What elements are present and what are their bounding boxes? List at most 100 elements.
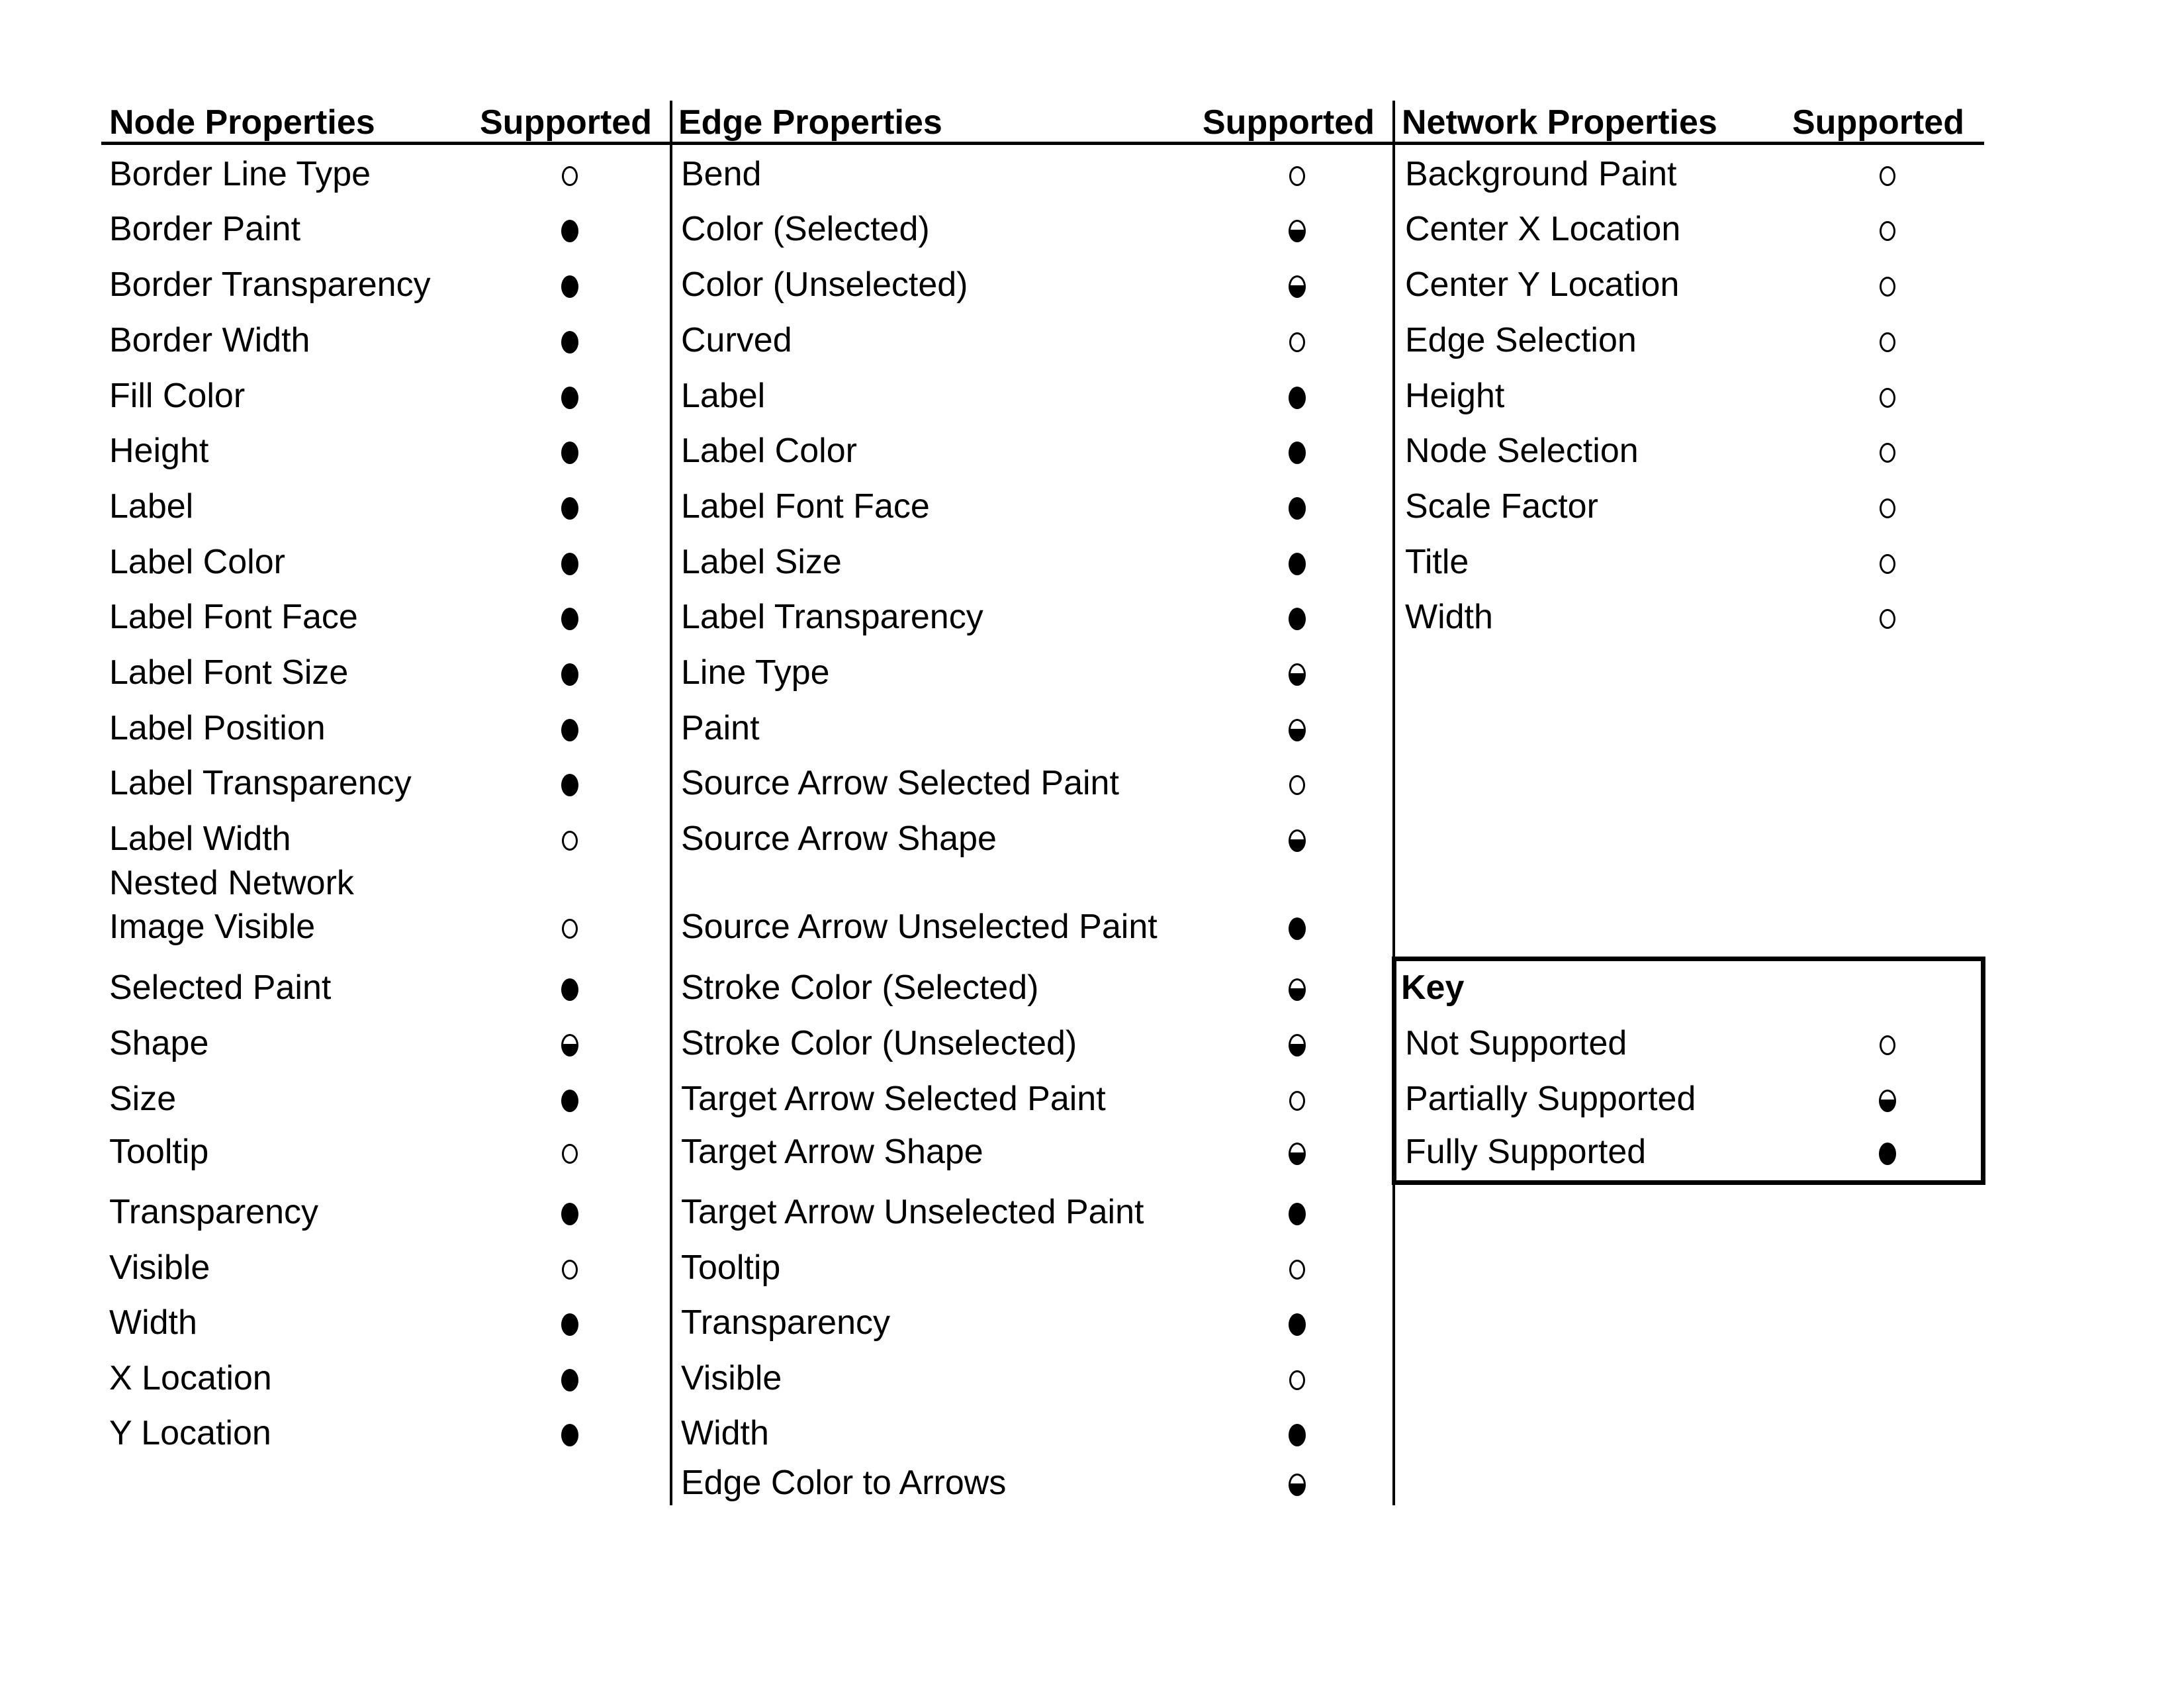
empty-circle-icon (562, 1260, 578, 1280)
node-property-label: X Location (109, 1359, 272, 1397)
filled-circle-icon (1289, 917, 1306, 940)
filled-circle-icon (561, 387, 578, 409)
network-properties-header: Network Properties (1402, 103, 1717, 142)
filled-circle-icon (1289, 1313, 1306, 1336)
legend-item-label: Not Supported (1405, 1024, 1627, 1062)
filled-circle-icon (561, 663, 578, 686)
legend-item-label: Partially Supported (1405, 1080, 1696, 1118)
edge-property-label: Target Arrow Unselected Paint (681, 1193, 1144, 1231)
filled-circle-icon (561, 774, 578, 796)
edge-property-label: Line Type (681, 653, 830, 692)
edge-property-label: Label Size (681, 543, 842, 581)
filled-circle-icon (561, 1203, 578, 1225)
legend-title: Key (1401, 968, 1465, 1007)
edge-property-label: Source Arrow Shape (681, 820, 997, 858)
empty-circle-icon (562, 166, 578, 186)
edge-property-label: Color (Unselected) (681, 265, 968, 304)
node-property-label: Size (109, 1080, 177, 1118)
half-filled-circle-icon (1289, 1474, 1306, 1496)
filled-circle-icon (561, 275, 578, 298)
edge-property-label: Tooltip (681, 1248, 781, 1287)
node-property-label: Tooltip (109, 1133, 209, 1171)
edge-properties-header: Edge Properties (678, 103, 942, 142)
network-property-label: Background Paint (1405, 155, 1677, 193)
node-properties-header: Node Properties (109, 103, 375, 142)
column-divider-edge-network (1392, 101, 1395, 1505)
network-supported-header: Supported (1792, 103, 1964, 142)
node-property-label: Label Position (109, 709, 326, 747)
empty-circle-icon (562, 831, 578, 851)
filled-circle-icon (1289, 442, 1306, 464)
header-underline (101, 142, 1984, 145)
edge-property-label: Curved (681, 321, 792, 359)
filled-circle-icon (1289, 1203, 1306, 1225)
filled-circle-icon (561, 719, 578, 741)
edge-property-label: Color (Selected) (681, 210, 930, 248)
empty-circle-icon (562, 1144, 578, 1164)
edge-property-label: Source Arrow Selected Paint (681, 764, 1119, 802)
empty-circle-icon (1289, 1091, 1305, 1111)
edge-property-label: Source Arrow Unselected Paint (681, 908, 1158, 946)
node-property-label: Visible (109, 1248, 210, 1287)
node-property-label: Nested Network (109, 864, 354, 902)
edge-property-label: Edge Color to Arrows (681, 1464, 1007, 1502)
filled-circle-icon (561, 220, 578, 242)
filled-circle-icon (561, 1313, 578, 1336)
network-property-label: Height (1405, 377, 1505, 415)
half-filled-circle-icon (1289, 829, 1306, 852)
filled-circle-icon (1289, 1424, 1306, 1446)
half-filled-circle-icon (1289, 1143, 1306, 1165)
node-property-label: Width (109, 1303, 197, 1342)
node-property-label: Label Font Size (109, 653, 349, 692)
half-filled-circle-icon (1289, 1034, 1306, 1056)
node-property-label: Border Paint (109, 210, 301, 248)
empty-circle-icon (1880, 221, 1895, 241)
network-property-label: Node Selection (1405, 432, 1639, 470)
edge-property-label: Bend (681, 155, 762, 193)
filled-circle-icon (561, 331, 578, 353)
node-property-label: Shape (109, 1024, 209, 1062)
filled-circle-icon (561, 553, 578, 575)
filled-circle-icon (1289, 497, 1306, 520)
filled-circle-icon (561, 1369, 578, 1391)
empty-circle-icon (1880, 1035, 1895, 1055)
filled-circle-icon (561, 497, 578, 520)
node-property-label: Label Font Face (109, 598, 358, 636)
empty-circle-icon (1289, 1260, 1305, 1280)
edge-property-label: Width (681, 1414, 769, 1452)
node-property-label: Height (109, 432, 209, 470)
filled-circle-icon (1879, 1143, 1896, 1165)
node-property-label: Label Transparency (109, 764, 412, 802)
half-filled-circle-icon (1289, 719, 1306, 741)
filled-circle-icon (561, 608, 578, 630)
edge-property-label: Stroke Color (Unselected) (681, 1024, 1077, 1062)
node-property-label: Image Visible (109, 908, 316, 946)
node-property-label: Y Location (109, 1414, 271, 1452)
empty-circle-icon (1880, 443, 1895, 463)
empty-circle-icon (1880, 554, 1895, 574)
empty-circle-icon (1880, 388, 1895, 408)
filled-circle-icon (1289, 608, 1306, 630)
empty-circle-icon (1289, 332, 1305, 352)
node-property-label: Border Width (109, 321, 310, 359)
empty-circle-icon (1289, 1370, 1305, 1390)
filled-circle-icon (561, 442, 578, 464)
half-filled-circle-icon (561, 1034, 578, 1056)
node-property-label: Label (109, 487, 194, 526)
filled-circle-icon (1289, 387, 1306, 409)
node-property-label: Transparency (109, 1193, 318, 1231)
node-property-label: Label Width (109, 820, 291, 858)
half-filled-circle-icon (1289, 220, 1306, 242)
network-property-label: Edge Selection (1405, 321, 1637, 359)
node-property-label: Fill Color (109, 377, 246, 415)
node-property-label: Border Transparency (109, 265, 431, 304)
node-property-label: Label Color (109, 543, 285, 581)
half-filled-circle-icon (1879, 1090, 1896, 1112)
network-property-label: Title (1405, 543, 1469, 581)
edge-property-label: Paint (681, 709, 760, 747)
edge-property-label: Label (681, 377, 766, 415)
node-supported-header: Supported (480, 103, 652, 142)
empty-circle-icon (1289, 775, 1305, 795)
empty-circle-icon (1880, 609, 1895, 629)
network-property-label: Center Y Location (1405, 265, 1680, 304)
